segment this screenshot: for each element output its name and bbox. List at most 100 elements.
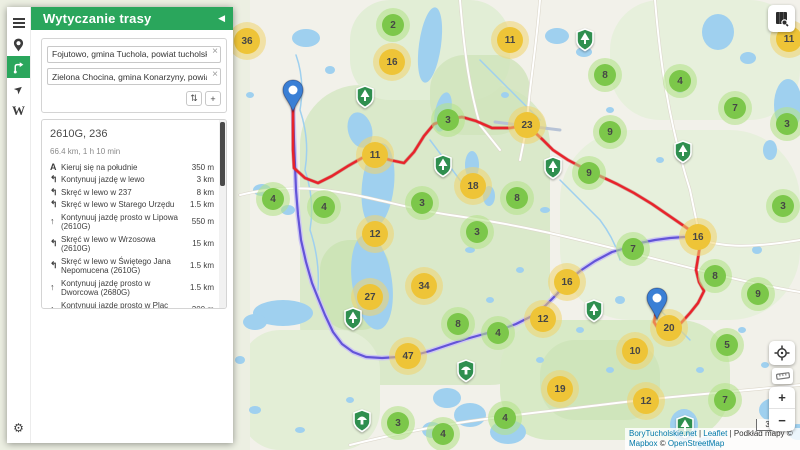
- marker-cluster[interactable]: 12: [356, 215, 394, 253]
- clear-end-icon[interactable]: ×: [212, 69, 218, 81]
- route-name[interactable]: 2610G, 236: [50, 128, 214, 140]
- marker-cluster[interactable]: 10: [616, 332, 654, 370]
- marker-cluster[interactable]: 8: [698, 259, 732, 293]
- marker-cluster[interactable]: 36: [228, 22, 266, 60]
- attribution-osm-link[interactable]: OpenStreetMap: [668, 439, 724, 448]
- marker-cluster[interactable]: 12: [627, 382, 665, 420]
- marker-cluster[interactable]: 8: [588, 58, 622, 92]
- places-tab[interactable]: [7, 34, 30, 56]
- marker-cluster[interactable]: 4: [307, 190, 341, 224]
- route-step-row[interactable]: ↰Skręć w lewo w Starego Urzędu1.5 km: [50, 199, 214, 212]
- route-step-row[interactable]: AKieruj się na południe350 m: [50, 161, 214, 174]
- wikipedia-icon: W: [12, 103, 25, 119]
- marker-cluster[interactable]: 18: [454, 167, 492, 205]
- marker-cluster[interactable]: 8: [500, 181, 534, 215]
- start-input[interactable]: [47, 46, 221, 63]
- marker-cluster[interactable]: 16: [373, 43, 411, 81]
- routing-tab[interactable]: [7, 56, 30, 78]
- end-input[interactable]: [47, 68, 221, 85]
- navigation-tab[interactable]: ➤: [7, 78, 30, 100]
- marker-cluster[interactable]: 4: [256, 182, 290, 216]
- marker-cluster[interactable]: 7: [708, 383, 742, 417]
- tree-poi-marker[interactable]: [583, 299, 605, 323]
- add-waypoint-button[interactable]: +: [205, 91, 221, 106]
- marker-cluster[interactable]: 19: [541, 370, 579, 408]
- settings-tab[interactable]: ⚙: [7, 417, 30, 439]
- marker-cluster[interactable]: 16: [679, 218, 717, 256]
- scrollbar-thumb[interactable]: [220, 122, 225, 186]
- reverse-waypoints-button[interactable]: ⇅: [186, 91, 202, 106]
- marker-cluster[interactable]: 2: [376, 8, 410, 42]
- tree-poi-marker[interactable]: [574, 28, 596, 52]
- marker-cluster[interactable]: 12: [524, 300, 562, 338]
- maneuver-icon: ↑: [50, 217, 61, 227]
- marker-cluster[interactable]: 9: [572, 156, 606, 190]
- marker-cluster[interactable]: 3: [405, 186, 439, 220]
- zoom-in-button[interactable]: +: [769, 387, 795, 409]
- cluster-count: 3: [772, 195, 794, 217]
- marker-cluster[interactable]: 11: [491, 21, 529, 59]
- marker-cluster[interactable]: 3: [431, 103, 465, 137]
- marker-cluster[interactable]: 5: [710, 328, 744, 362]
- marker-cluster[interactable]: 16: [548, 263, 586, 301]
- step-text: Skręć w lewo w Świętego Jana Nepomucena …: [61, 257, 188, 276]
- sidebar-content: Wytyczanie trasy ◀ × × ⇅ +: [30, 7, 233, 443]
- panel-header: Wytyczanie trasy ◀: [31, 7, 233, 30]
- tree-poi-marker[interactable]: [542, 156, 564, 180]
- marker-cluster[interactable]: 3: [766, 189, 800, 223]
- route-pin[interactable]: [645, 287, 669, 321]
- cluster-count: 8: [704, 265, 726, 287]
- marker-cluster[interactable]: 11: [356, 136, 394, 174]
- step-text: Kieruj się na południe: [61, 163, 188, 173]
- tree-poi-marker[interactable]: [342, 307, 364, 331]
- attribution-leaflet-link[interactable]: Leaflet: [703, 429, 727, 438]
- wikipedia-tab[interactable]: W: [7, 100, 30, 122]
- tree-poi-marker[interactable]: [354, 85, 376, 109]
- cluster-count: 34: [411, 273, 437, 299]
- marker-cluster[interactable]: 8: [441, 307, 475, 341]
- marker-cluster[interactable]: 23: [508, 106, 546, 144]
- route-step-row[interactable]: ↑Kontynuuj jazdę prosto w Lipowa (2610G)…: [50, 211, 214, 233]
- route-step-row[interactable]: ↰Kontynuuj jazdę w lewo3 km: [50, 174, 214, 187]
- locate-button[interactable]: [769, 341, 795, 365]
- marker-cluster[interactable]: 47: [389, 337, 427, 375]
- marker-cluster[interactable]: 4: [663, 64, 697, 98]
- mushroom-poi-marker[interactable]: [455, 359, 477, 383]
- menu-tab[interactable]: [7, 12, 30, 34]
- marker-cluster[interactable]: 4: [488, 401, 522, 435]
- route-step-row[interactable]: ↰Skręć w lewo w Świętego Jana Nepomucena…: [50, 255, 214, 277]
- tree-poi-marker[interactable]: [672, 140, 694, 164]
- marker-cluster[interactable]: 9: [593, 115, 627, 149]
- marker-cluster[interactable]: 4: [426, 417, 460, 450]
- marker-cluster[interactable]: 3: [460, 215, 494, 249]
- collapse-icon[interactable]: ◀: [218, 13, 225, 24]
- cluster-count: 16: [685, 224, 711, 250]
- map-legend-button[interactable]: [768, 5, 795, 32]
- step-distance: 350 m: [188, 163, 214, 173]
- attribution-mapbox-link[interactable]: Mapbox: [629, 439, 657, 448]
- marker-cluster[interactable]: 7: [718, 91, 752, 125]
- route-step-row[interactable]: ↰Skręć w lewo w Wrzosowa (2610G)15 km: [50, 233, 214, 255]
- cluster-count: 8: [506, 187, 528, 209]
- zoom-out-button[interactable]: −: [769, 409, 795, 431]
- marker-cluster[interactable]: 34: [405, 267, 443, 305]
- marker-cluster[interactable]: 3: [381, 406, 415, 440]
- tree-poi-marker[interactable]: [432, 154, 454, 178]
- step-distance: 1.5 km: [188, 261, 214, 271]
- marker-cluster[interactable]: 4: [481, 316, 515, 350]
- attribution-site-link[interactable]: BoryTucholskie.net: [629, 429, 697, 438]
- map-canvas[interactable]: 3616111123111812342747161612201019122847…: [0, 0, 800, 450]
- marker-cluster[interactable]: 7: [616, 232, 650, 266]
- route-step-row[interactable]: ↑Kontynuuj jazdę prosto w Plac Jana Pawł…: [50, 299, 214, 309]
- mushroom-poi-marker[interactable]: [351, 409, 373, 433]
- clear-start-icon[interactable]: ×: [212, 46, 218, 58]
- waypoint-actions: ⇅ +: [47, 89, 221, 107]
- measure-button[interactable]: [772, 368, 793, 384]
- scrollbar-track[interactable]: [219, 120, 226, 308]
- route-step-row[interactable]: ↑Kontynuuj jazdę prosto w Dworcowa (2680…: [50, 277, 214, 299]
- route-pin[interactable]: [281, 79, 305, 113]
- marker-cluster[interactable]: 9: [741, 277, 775, 311]
- marker-cluster[interactable]: 3: [770, 107, 800, 141]
- route-step-row[interactable]: ↰Skręć w lewo w 2378 km: [50, 186, 214, 199]
- panel-body: × × ⇅ + 2610G, 236 66.4 km, 1 h 10 min: [31, 30, 233, 443]
